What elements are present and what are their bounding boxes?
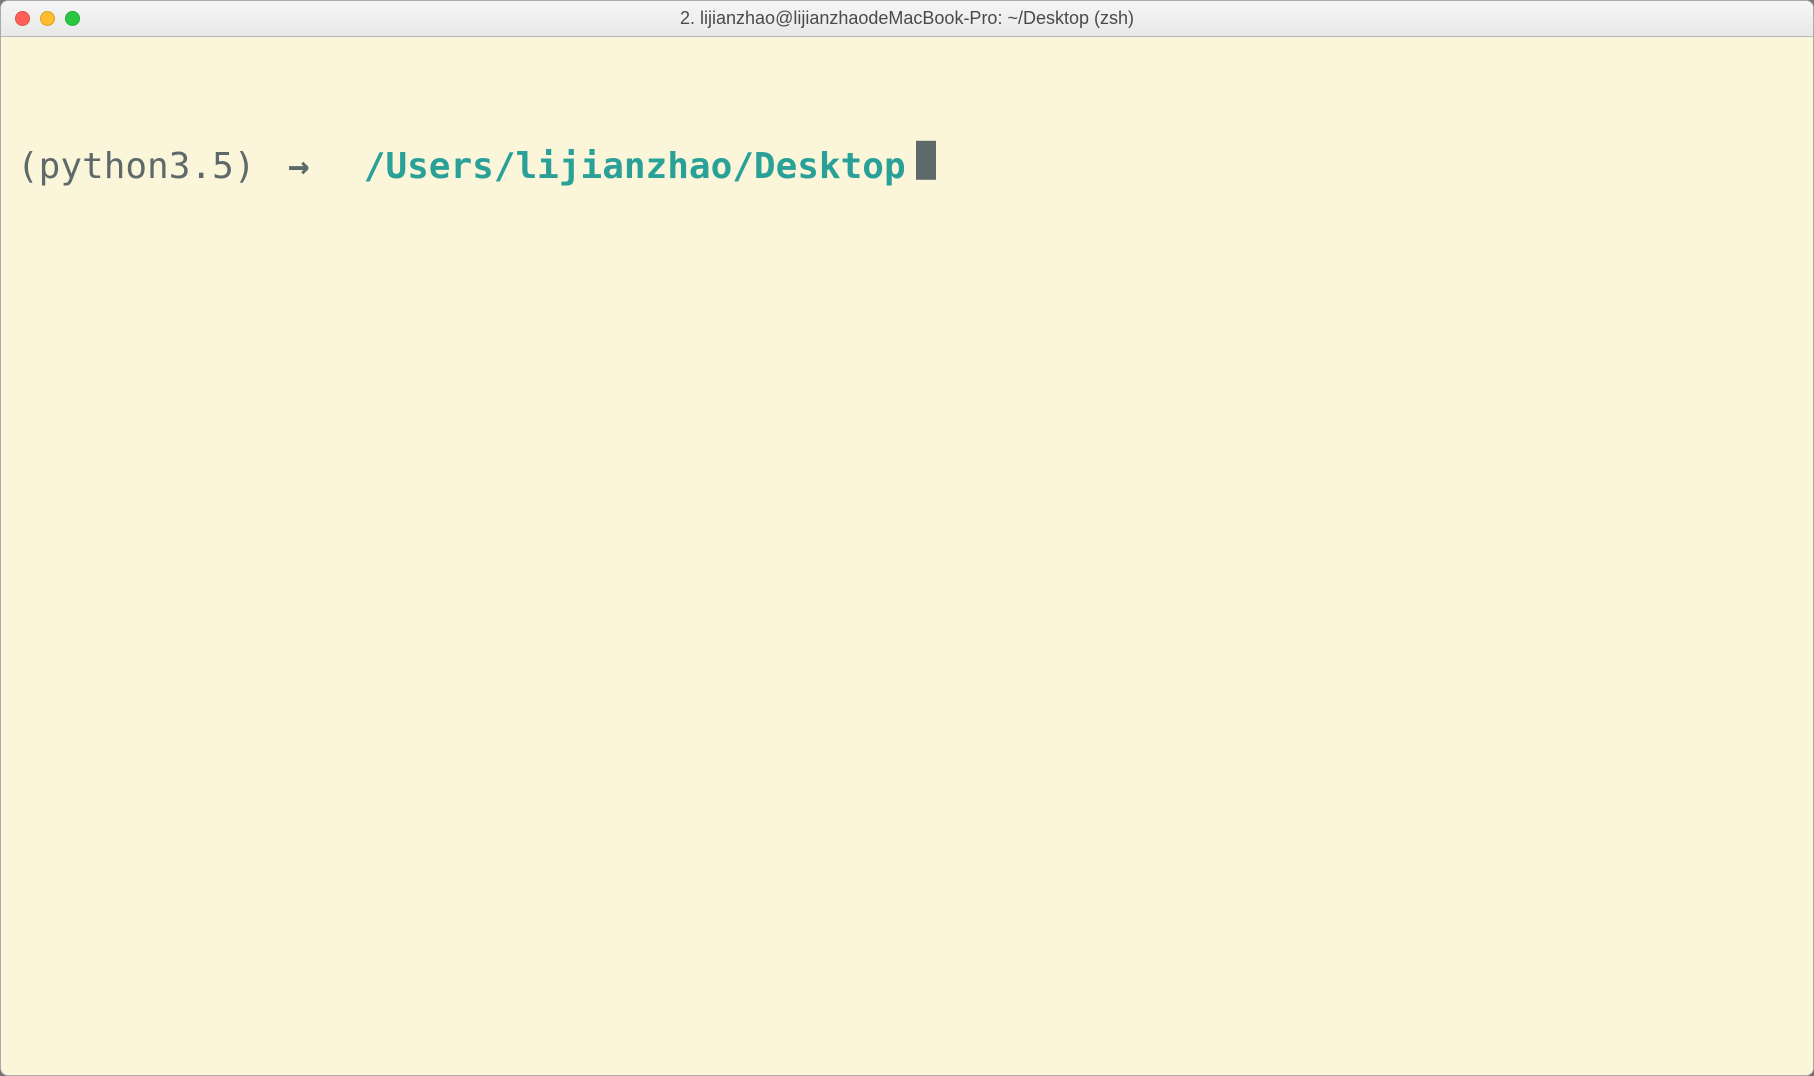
current-directory: /Users/lijianzhao/Desktop (364, 144, 906, 191)
terminal-body[interactable]: (python3.5) → /Users/lijianzhao/Desktop (1, 37, 1813, 1075)
traffic-lights (1, 11, 80, 26)
maximize-icon[interactable] (65, 11, 80, 26)
close-icon[interactable] (15, 11, 30, 26)
window-titlebar[interactable]: 2. lijianzhao@lijianzhaodeMacBook-Pro: ~… (1, 1, 1813, 37)
prompt-arrow-icon: → (288, 144, 310, 191)
cursor-icon (916, 140, 936, 180)
terminal-window: 2. lijianzhao@lijianzhaodeMacBook-Pro: ~… (0, 0, 1814, 1076)
virtualenv-indicator: (python3.5) (17, 144, 255, 191)
prompt-line: (python3.5) → /Users/lijianzhao/Desktop (17, 139, 1797, 191)
minimize-icon[interactable] (40, 11, 55, 26)
window-title: 2. lijianzhao@lijianzhaodeMacBook-Pro: ~… (1, 8, 1813, 29)
